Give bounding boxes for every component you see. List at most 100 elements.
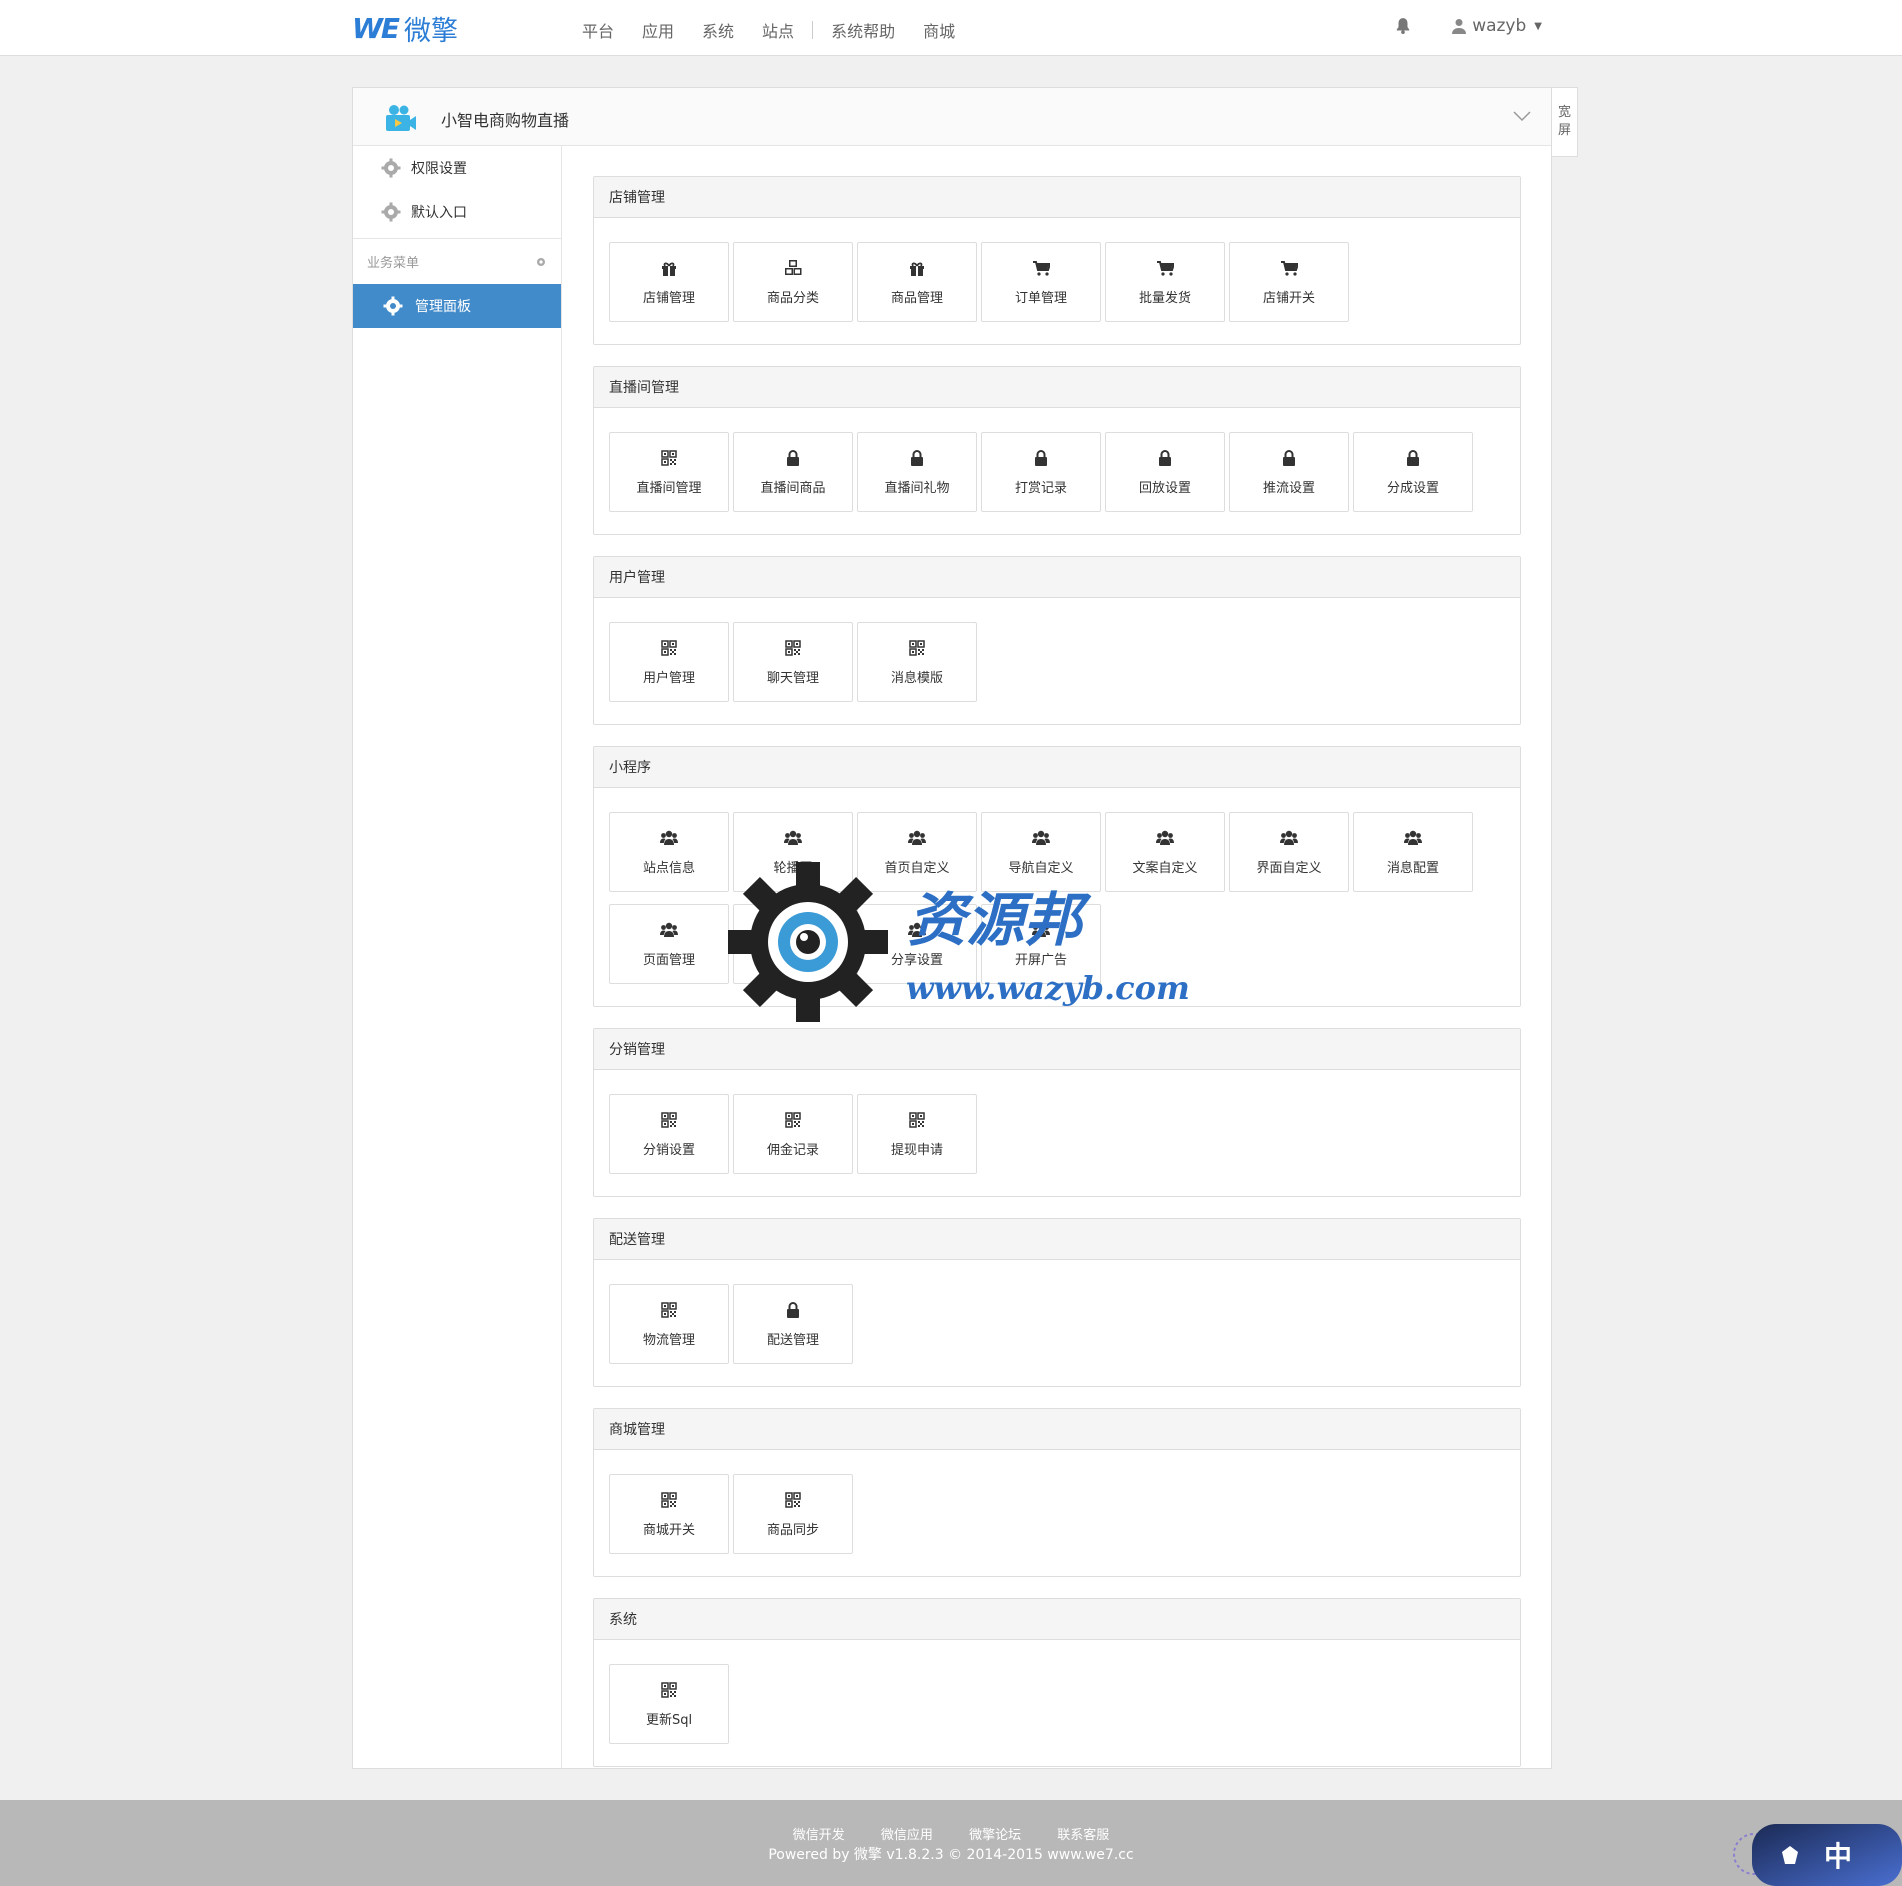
menu-section: 系统 更新Sql: [593, 1598, 1521, 1767]
sidebar-group-business-menu: 业务菜单: [353, 238, 561, 284]
menu-tile[interactable]: 批量发货: [1105, 242, 1225, 322]
logo[interactable]: WE 微擎: [352, 12, 458, 47]
video-camera-icon: [386, 105, 416, 131]
menu-tile[interactable]: 界面自定义: [1229, 812, 1349, 892]
nav-mall[interactable]: 商城: [923, 18, 955, 42]
settings-gear-icon[interactable]: [535, 256, 547, 268]
qrcode-icon: [661, 1111, 677, 1128]
tile-label: 页面管理: [642, 952, 695, 968]
sidebar-item-dashboard[interactable]: 管理面板: [353, 284, 561, 328]
bell-icon[interactable]: [1394, 17, 1412, 35]
footer: 微信开发 微信应用 微擎论坛 联系客服 Powered by 微擎 v1.8.2…: [0, 1800, 1902, 1886]
section-title: 用户管理: [594, 557, 1520, 598]
user-menu[interactable]: wazyb ▼: [1452, 16, 1542, 36]
section-body: 直播间管理 直播间商品 直播间礼物 打赏记录 回放设置 推流设置 分成设置: [594, 408, 1520, 534]
tile-label: 直播间管理: [636, 480, 702, 496]
gift-icon: [910, 261, 924, 276]
section-title: 分销管理: [594, 1029, 1520, 1070]
users-icon: [784, 830, 802, 845]
menu-tile[interactable]: 分成设置: [1353, 432, 1473, 512]
menu-tile[interactable]: 推流设置: [1229, 432, 1349, 512]
nav-help[interactable]: 系统帮助: [831, 18, 895, 42]
menu-tile[interactable]: 店铺开关: [1229, 242, 1349, 322]
app-title: 小智电商购物直播: [441, 111, 570, 130]
menu-tile[interactable]: 佣金记录: [733, 1094, 853, 1174]
chevron-down-icon[interactable]: [1513, 108, 1531, 124]
section-body: 店铺管理 商品分类 商品管理 订单管理 批量发货 店铺开关: [594, 218, 1520, 344]
wide-screen-toggle[interactable]: 宽 屏: [1552, 87, 1578, 157]
menu-tile[interactable]: 页面管理: [609, 904, 729, 984]
menu-tile[interactable]: 订单管理: [981, 242, 1101, 322]
menu-tile[interactable]: 站点信息: [609, 812, 729, 892]
sidebar-item-default-entry[interactable]: 默认入口: [353, 190, 561, 234]
menu-tile[interactable]: 聊天管理: [733, 622, 853, 702]
section-title: 店铺管理: [594, 177, 1520, 218]
users-icon: [660, 922, 678, 937]
menu-tile[interactable]: 分销设置: [609, 1094, 729, 1174]
tile-label: 站点信息: [642, 860, 695, 876]
qrcode-icon: [661, 639, 677, 656]
nav-system[interactable]: 系统: [702, 18, 734, 42]
menu-tile[interactable]: 更新Sql: [609, 1664, 729, 1744]
section-title: 小程序: [594, 747, 1520, 788]
nav-apps[interactable]: 应用: [642, 18, 674, 42]
tile-label: 消息配置: [1386, 860, 1439, 876]
menu-tile[interactable]: 消息配置: [1353, 812, 1473, 892]
menu-tile[interactable]: 物流管理: [609, 1284, 729, 1364]
users-icon: [1280, 830, 1298, 845]
nav-platform[interactable]: 平台: [582, 18, 614, 42]
menu-tile[interactable]: 配送管理: [733, 1284, 853, 1364]
footer-link-apps[interactable]: 微信应用: [881, 1828, 933, 1843]
menu-tile[interactable]: 商城开关: [609, 1474, 729, 1554]
lock-icon: [911, 449, 923, 466]
menu-tile[interactable]: 直播间商品: [733, 432, 853, 512]
menu-tile[interactable]: 商品同步: [733, 1474, 853, 1554]
lock-icon: [1035, 449, 1047, 466]
tile-label: 直播间礼物: [884, 480, 950, 496]
footer-copyright: Powered by 微擎 v1.8.2.3 © 2014-2015 www.w…: [768, 1847, 1134, 1863]
qrcode-icon: [661, 449, 677, 466]
tile-label: 直播间商品: [760, 480, 826, 496]
main-nav: 平台 应用 系统 站点 系统帮助 商城: [582, 18, 983, 42]
tile-label: 用户管理: [642, 670, 695, 686]
qrcode-icon: [661, 1301, 677, 1318]
gear-icon: [383, 296, 403, 316]
users-icon: [660, 830, 678, 845]
panel-header[interactable]: 小智电商购物直播: [353, 88, 1551, 146]
menu-tile[interactable]: 回放设置: [1105, 432, 1225, 512]
menu-tile[interactable]: 提现申请: [857, 1094, 977, 1174]
menu-tile[interactable]: 商品分类: [733, 242, 853, 322]
tile-label: 店铺管理: [642, 290, 695, 306]
sidebar-item-label: 权限设置: [411, 161, 467, 177]
footer-link-dev[interactable]: 微信开发: [793, 1828, 845, 1843]
cart-icon: [1281, 260, 1298, 276]
footer-link-support[interactable]: 联系客服: [1057, 1828, 1109, 1843]
sidebar-item-permissions[interactable]: 权限设置: [353, 146, 561, 190]
ime-badge[interactable]: 中: [1732, 1814, 1902, 1886]
menu-tile[interactable]: 用户管理: [609, 622, 729, 702]
section-body: 物流管理 配送管理: [594, 1260, 1520, 1386]
menu-tile[interactable]: 店铺管理: [609, 242, 729, 322]
qrcode-icon: [909, 1111, 925, 1128]
menu-section: 店铺管理 店铺管理 商品分类 商品管理 订单管理 批量发货 店铺开关: [593, 176, 1521, 345]
nav-site[interactable]: 站点: [762, 18, 794, 42]
menu-section: 直播间管理 直播间管理 直播间商品 直播间礼物 打赏记录 回放设置 推流设置 分成设置: [593, 366, 1521, 535]
menu-tile[interactable]: 直播间管理: [609, 432, 729, 512]
username: wazyb: [1472, 16, 1527, 36]
section-body: 更新Sql: [594, 1640, 1520, 1766]
menu-tile[interactable]: 商品管理: [857, 242, 977, 322]
qrcode-icon: [661, 1681, 677, 1698]
gift-icon: [662, 261, 676, 276]
tile-label: 界面自定义: [1256, 860, 1322, 876]
menu-tile[interactable]: 打赏记录: [981, 432, 1101, 512]
menu-tile[interactable]: 直播间礼物: [857, 432, 977, 512]
watermark-text: 资源邦: [908, 886, 1092, 954]
lock-icon: [787, 1301, 799, 1318]
watermark-logo: 资源邦 www.wazyb.com: [728, 862, 1188, 1022]
tile-label: 商城开关: [642, 1522, 695, 1538]
wide-label-2: 屏: [1557, 123, 1571, 138]
footer-link-forum[interactable]: 微擎论坛: [969, 1828, 1021, 1843]
menu-tile[interactable]: 消息模版: [857, 622, 977, 702]
cubes-icon: [785, 259, 802, 275]
tile-label: 提现申请: [890, 1142, 943, 1158]
